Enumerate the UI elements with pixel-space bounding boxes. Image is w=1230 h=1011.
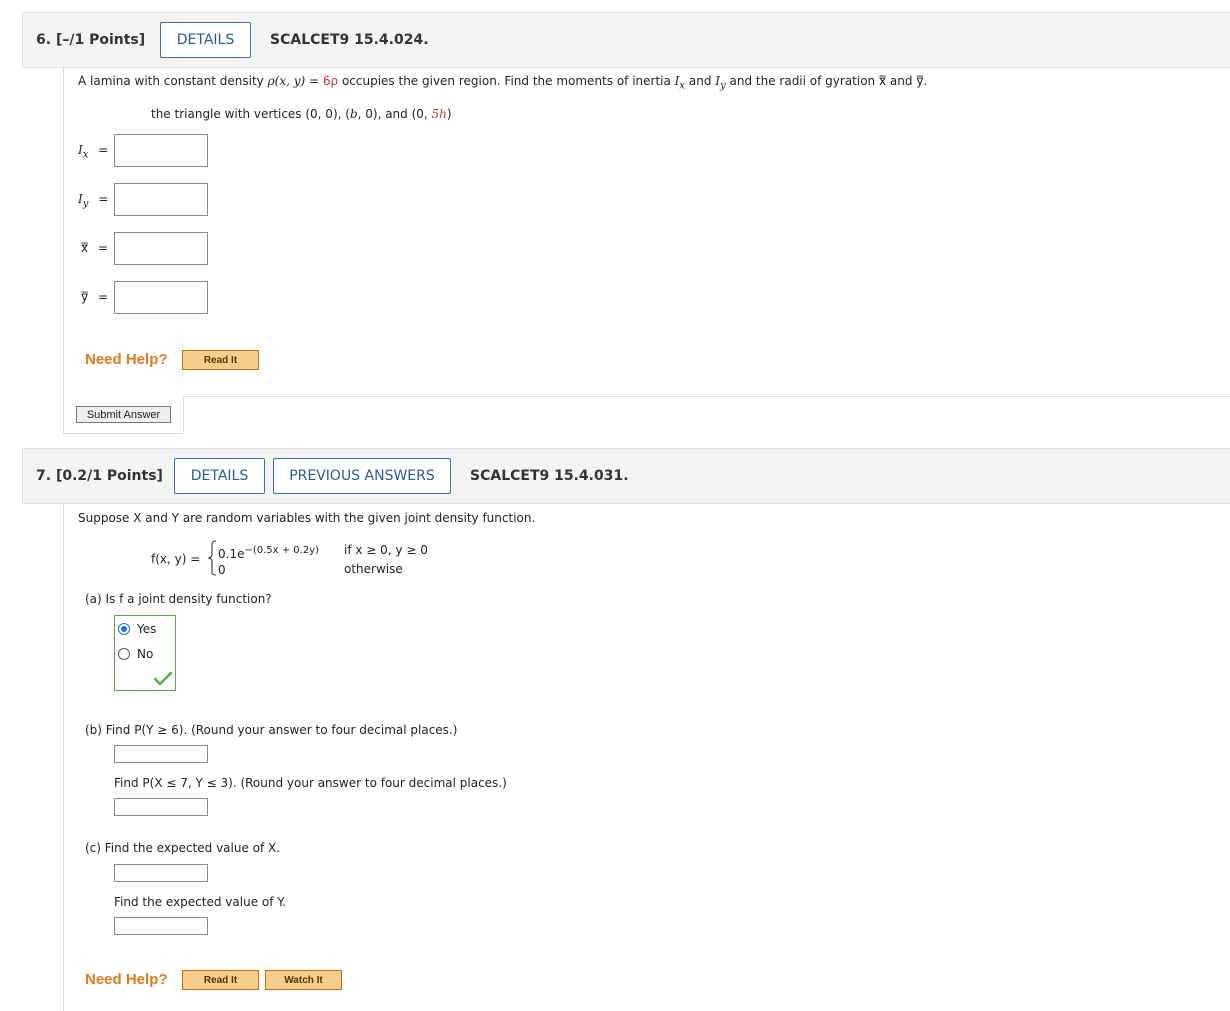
q7-option-yes: Yes: [137, 622, 157, 636]
q7-part-b-input[interactable]: [114, 745, 208, 763]
q6-xbar-letter: x̿: [81, 241, 89, 255]
q6-ix-sub: x: [82, 149, 89, 161]
q6-ix-eq: =: [98, 143, 109, 157]
q7-watch-it-label: Watch It: [284, 974, 323, 986]
q6-region-e: ): [446, 107, 452, 121]
q6-region-d: 5h: [431, 107, 447, 121]
q6-left-rule: [63, 68, 64, 433]
q7-part-c-input[interactable]: [114, 864, 208, 882]
q7-details-button[interactable]: DETAILS: [174, 458, 265, 494]
q7-option-no: No: [137, 647, 154, 661]
q7-part-c2: Find the expected value of Y.: [114, 895, 286, 909]
q7-cond1: if x ≥ 0, y ≥ 0: [344, 543, 428, 557]
q7-fxy-label: f(x, y) =: [151, 552, 201, 566]
q7-part-b2-input[interactable]: [114, 798, 208, 816]
q6-region-b: b: [349, 107, 358, 121]
q6-details-label: DETAILS: [176, 32, 235, 48]
q6-ix-input[interactable]: [114, 134, 208, 167]
q6-iy-label: Iy =: [78, 192, 108, 209]
q7-code: SCALCET9 15.4.031.: [470, 468, 629, 484]
q7-radio-yes[interactable]: [118, 623, 130, 635]
q6-ybar-input[interactable]: [114, 281, 208, 314]
q6-prompt-b: occupies the given region. Find the mome…: [338, 74, 675, 88]
q7-part-c: (c) Find the expected value of X.: [85, 841, 281, 855]
q6-details-button[interactable]: DETAILS: [160, 22, 251, 58]
q7-part-b2: Find P(X ≤ 7, Y ≤ 3). (Round your answer…: [114, 776, 507, 790]
q7-part-b: (b) Find P(Y ≥ 6). (Round your answer to…: [85, 723, 458, 737]
q6-prompt-rho-value: 6ρ: [322, 74, 339, 88]
q7-details-label: DETAILS: [190, 468, 249, 484]
q7-number: 7. [0.2/1 Points]: [36, 468, 163, 484]
q7-cond2: otherwise: [344, 562, 403, 576]
q6-xbar-input[interactable]: [114, 232, 208, 265]
q6-points: [–/1 Points]: [55, 32, 146, 48]
q6-submit-label: Submit Answer: [86, 408, 161, 421]
q6-read-it-button[interactable]: Read It: [182, 350, 259, 370]
q7-prompt: Suppose X and Y are random variables wit…: [78, 511, 536, 525]
q6-iy-sub: y: [82, 198, 89, 210]
q6-need-help: Need Help?: [85, 351, 168, 368]
q6-ybar-letter: y̿: [81, 290, 89, 304]
q7-points: [0.2/1 Points]: [55, 468, 163, 484]
q6-prompt-and1: and: [685, 74, 716, 88]
q6-ybar-eq: =: [97, 290, 108, 304]
q6-submit-button[interactable]: Submit Answer: [76, 406, 171, 423]
q7-case1-exponent: −(0.5x + 0.2y): [244, 545, 320, 556]
q6-xbar-eq: =: [97, 241, 108, 255]
q7-case1-base: 0.1e: [218, 547, 245, 561]
q6-ix-label: Ix =: [78, 143, 108, 160]
q7-brace: [207, 540, 217, 576]
q7-part-c2-input[interactable]: [114, 917, 208, 935]
q6-prompt-end: .: [923, 74, 928, 88]
q6-region-c: , 0), and (0,: [357, 107, 432, 121]
q6-iy-eq: =: [98, 192, 109, 206]
q7-read-it-button[interactable]: Read It: [182, 970, 259, 990]
q7-previous-answers-button[interactable]: PREVIOUS ANSWERS: [273, 458, 451, 494]
q6-xbar-label: x̿ =: [81, 241, 108, 255]
q7-number-label: 7.: [36, 468, 52, 484]
q7-read-it-label: Read It: [203, 974, 238, 986]
q7-radio-no[interactable]: [118, 648, 130, 660]
q6-code: SCALCET9 15.4.024.: [270, 32, 429, 48]
q6-prompt-c: and the radii of gyration: [725, 74, 879, 88]
q7-part-a: (a) Is f a joint density function?: [85, 592, 272, 606]
q6-prompt-rho: ρ(x, y) =: [267, 74, 323, 88]
q7-need-help: Need Help?: [85, 971, 168, 988]
q6-prompt-and2: and: [886, 74, 917, 88]
q6-region: the triangle with vertices (0, 0), (b, 0…: [151, 107, 452, 121]
q6-submit-container: [63, 396, 1230, 434]
q6-iy-input[interactable]: [114, 183, 208, 216]
q6-prompt: A lamina with constant density ρ(x, y) =…: [78, 74, 927, 91]
q6-ybar-label: y̿ =: [81, 290, 108, 304]
q6-read-it-label: Read It: [203, 354, 238, 366]
q6-number: 6. [–/1 Points]: [36, 32, 145, 48]
q7-previous-answers-label: PREVIOUS ANSWERS: [289, 468, 435, 484]
q6-number-label: 6.: [36, 32, 52, 48]
q6-region-a: the triangle with vertices (0, 0), (: [151, 107, 350, 121]
q7-left-rule: [63, 504, 64, 1011]
q7-watch-it-button[interactable]: Watch It: [265, 970, 342, 990]
q7-case2: 0: [218, 563, 226, 577]
checkmark-icon: [153, 671, 173, 686]
q7-case1: 0.1e−(0.5x + 0.2y): [218, 545, 319, 561]
q6-prompt-a: A lamina with constant density: [78, 74, 268, 88]
